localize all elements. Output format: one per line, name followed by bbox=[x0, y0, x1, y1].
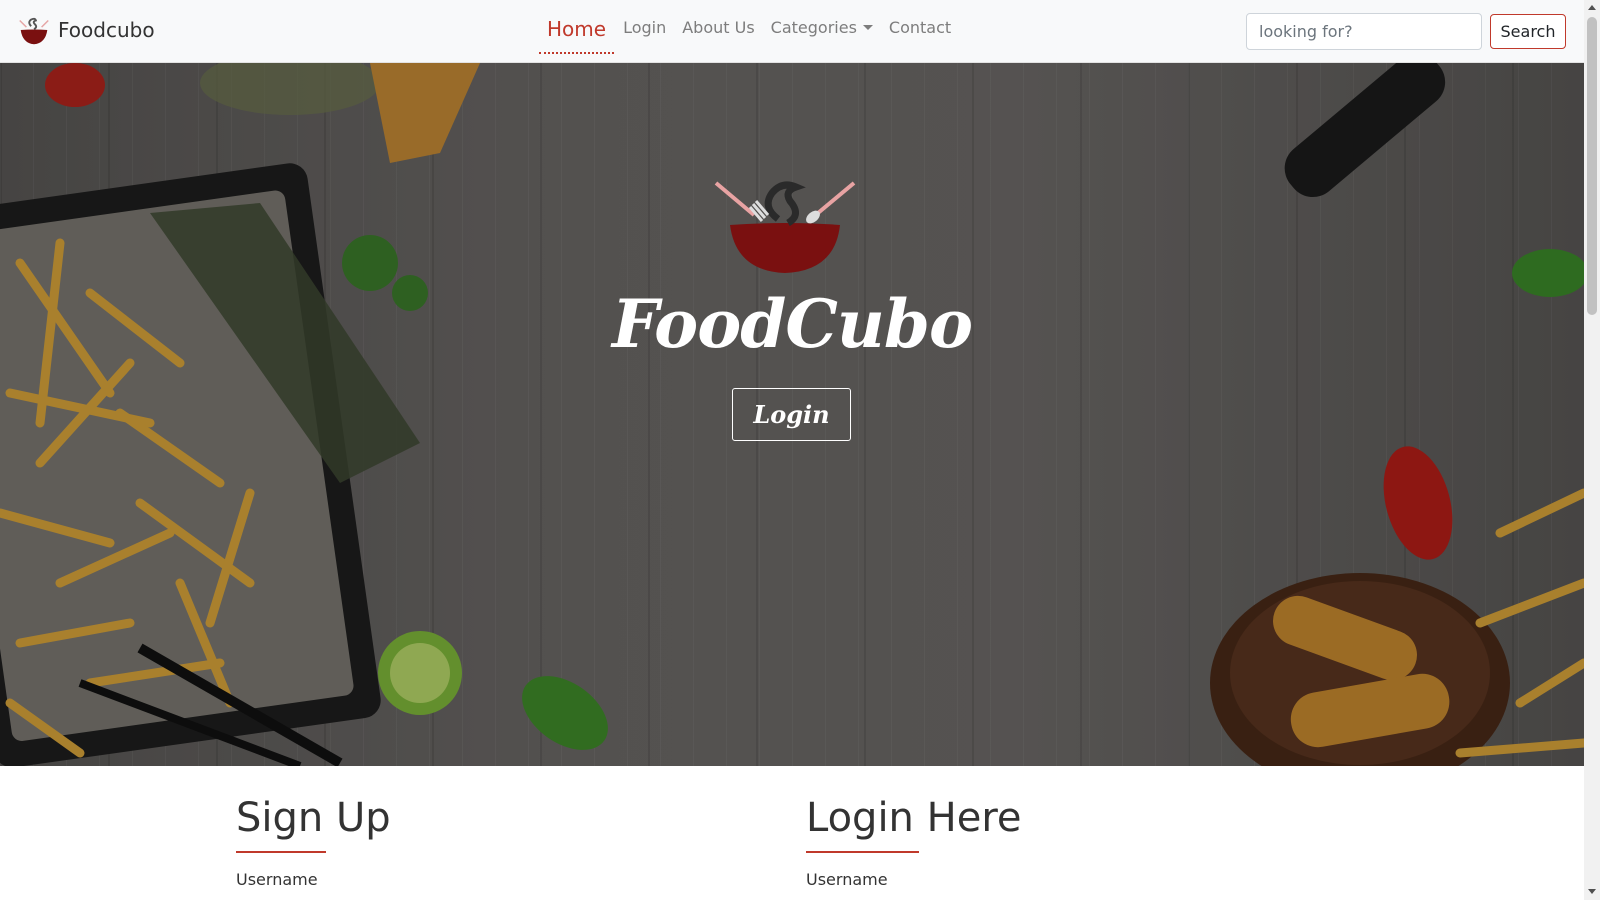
nav-login[interactable]: Login bbox=[623, 0, 666, 37]
search-button[interactable]: Search bbox=[1490, 14, 1566, 49]
nav-categories-label: Categories bbox=[770, 18, 857, 37]
page-scrollbar[interactable] bbox=[1584, 0, 1600, 900]
signup-title: Sign Up bbox=[236, 795, 391, 841]
hero-banner: FoodCubo Login bbox=[0, 63, 1584, 766]
brand-name: Foodcubo bbox=[58, 18, 155, 42]
login-title-underline bbox=[806, 851, 919, 853]
scroll-up-arrow-icon[interactable] bbox=[1588, 5, 1596, 10]
scroll-down-arrow-icon[interactable] bbox=[1588, 889, 1596, 894]
login-username-label: Username bbox=[806, 870, 888, 889]
nav-categories-dropdown[interactable]: Categories bbox=[771, 0, 873, 37]
search-input[interactable] bbox=[1246, 13, 1482, 50]
bowl-logo-icon bbox=[714, 181, 856, 273]
login-title: Login Here bbox=[806, 795, 1022, 841]
nav-contact[interactable]: Contact bbox=[889, 0, 951, 37]
navbar: Foodcubo Home Login About Us Categories … bbox=[0, 0, 1584, 63]
signup-username-label: Username bbox=[236, 870, 318, 889]
caret-down-icon bbox=[862, 25, 873, 30]
bowl-logo-icon bbox=[19, 17, 49, 45]
nav-links: Home Login About Us Categories Contact bbox=[539, 0, 967, 63]
brand-link[interactable]: Foodcubo bbox=[15, 12, 155, 48]
nav-home[interactable]: Home bbox=[539, 0, 615, 54]
hero-title: FoodCubo bbox=[611, 285, 973, 363]
nav-about-us[interactable]: About Us bbox=[682, 0, 754, 37]
scrollbar-thumb[interactable] bbox=[1587, 17, 1597, 315]
hero-login-button[interactable]: Login bbox=[732, 388, 851, 441]
signup-title-underline bbox=[236, 851, 326, 853]
